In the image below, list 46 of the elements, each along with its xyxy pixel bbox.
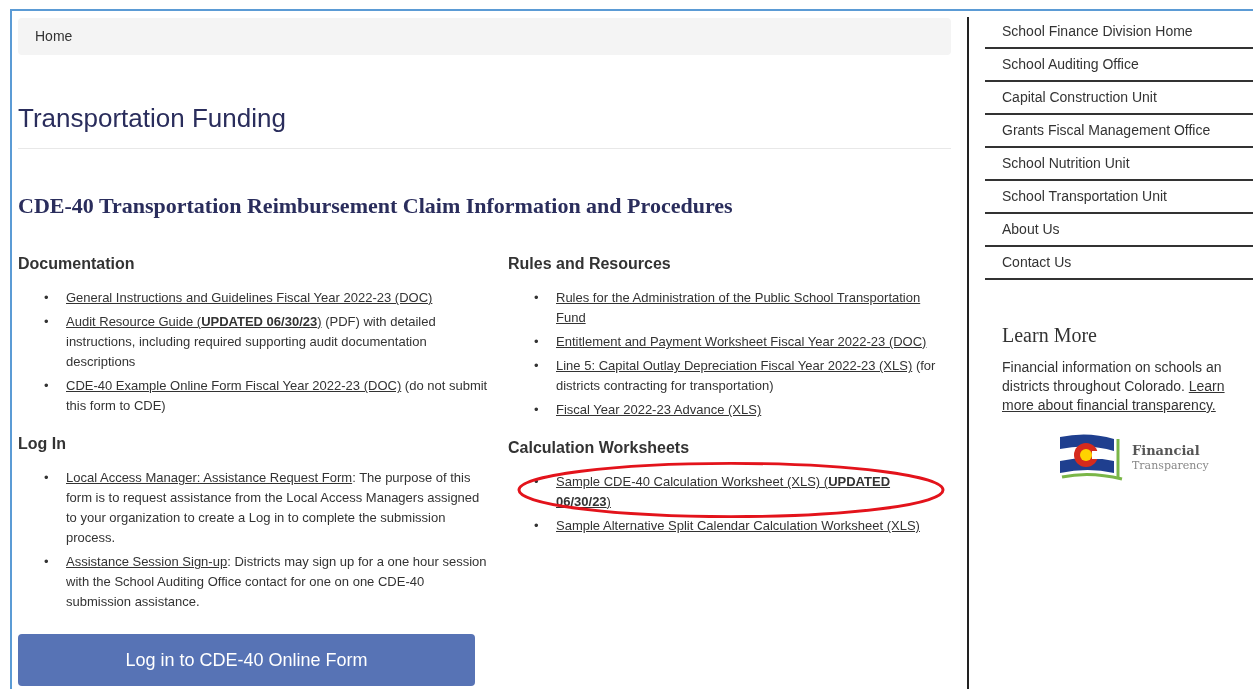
page-title: Transportation Funding xyxy=(18,99,951,149)
document-link[interactable]: Audit Resource Guide (UPDATED 06/30/23) xyxy=(66,314,322,329)
list-item-text: Audit Resource Guide (UPDATED 06/30/23) (PDF) with detailed instructions, including required supporting audit documentation descriptions xyxy=(66,313,437,371)
document-link[interactable]: Rules for the Administration of the Public School Transportation Fund xyxy=(556,288,948,328)
bullet: • xyxy=(44,469,50,487)
group-heading: Documentation xyxy=(18,254,136,274)
bullet: • xyxy=(534,333,540,351)
bullet: • xyxy=(44,553,50,571)
bullet: • xyxy=(534,517,540,535)
learn-more-text: Financial information on schools an districts throughout Colorado. Learn more about financial transparency. xyxy=(1002,358,1226,415)
sidebar-nav-link[interactable]: School Finance Division Home xyxy=(985,21,1193,42)
sidebar-nav-link[interactable]: School Auditing Office xyxy=(985,54,1139,75)
section-title: CDE-40 Transportation Reimbursement Claim Information and Procedures xyxy=(18,192,734,220)
bullet: • xyxy=(534,289,540,307)
sidebar-nav-link[interactable]: About Us xyxy=(985,219,1060,240)
sidebar-nav-link[interactable]: School Transportation Unit xyxy=(985,186,1167,207)
list-item-text: CDE-40 Example Online Form Fiscal Year 2022-23 (DOC) (do not submit this form to CDE) xyxy=(66,377,489,415)
bullet: • xyxy=(534,401,540,419)
list-item-text: Assistance Session Sign-up: Districts may sign up for a one hour session with the School Auditing Office contact for one on one CDE-40 submission assistance. xyxy=(66,553,488,611)
transparency-link[interactable]: more about financial transparency. xyxy=(1002,397,1216,413)
document-link[interactable]: CDE-40 Example Online Form Fiscal Year 2022-23 (DOC) xyxy=(66,378,402,393)
document-link[interactable]: General Instructions and Guidelines Fiscal Year 2022-23 (DOC) xyxy=(66,288,433,308)
document-link[interactable]: Sample CDE-40 Calculation Worksheet (XLS) (UPDATED 06/30/23) xyxy=(556,472,948,512)
bullet: • xyxy=(44,289,50,307)
list-item-text: Line 5: Capital Outlay Depreciation Fiscal Year 2022-23 (XLS) (for districts contracting for transportation) xyxy=(556,357,937,395)
sidebar-nav-link[interactable]: Contact Us xyxy=(985,252,1072,273)
document-link[interactable]: Line 5: Capital Outlay Depreciation Fiscal Year 2022-23 (XLS) xyxy=(556,358,913,373)
logo-subtitle: Transparency xyxy=(1132,458,1209,473)
bullet: • xyxy=(44,377,50,395)
sidebar-nav-link[interactable]: Capital Construction Unit xyxy=(985,87,1157,108)
bullet: • xyxy=(534,357,540,375)
sidebar-nav-link[interactable]: School Nutrition Unit xyxy=(985,153,1130,174)
sidebar-nav-link[interactable]: Grants Fiscal Management Office xyxy=(985,120,1211,141)
login-button[interactable]: Log in to CDE-40 Online Form xyxy=(18,634,475,686)
group-heading: Calculation Worksheets xyxy=(508,438,691,458)
document-link[interactable]: Fiscal Year 2022-23 Advance (XLS) xyxy=(556,400,762,420)
group-heading: Rules and Resources xyxy=(508,254,672,274)
learn-more-heading: Learn More xyxy=(1002,323,1098,348)
transparency-link[interactable]: Learn xyxy=(1188,378,1225,394)
bullet: • xyxy=(44,313,50,331)
document-link[interactable]: Sample Alternative Split Calendar Calculation Worksheet (XLS) xyxy=(556,516,920,536)
logo-title: Financial xyxy=(1132,443,1201,458)
breadcrumb-link[interactable]: Home xyxy=(35,26,73,47)
document-link[interactable]: Entitlement and Payment Worksheet Fiscal Year 2022-23 (DOC) xyxy=(556,332,927,352)
list-item-text: Local Access Manager: Assistance Request Form: The purpose of this form is to request assistance from the Local Access Managers assigned to your organization to create a Log in to complete the submission process. xyxy=(66,469,481,547)
group-heading: Log In xyxy=(18,434,67,454)
